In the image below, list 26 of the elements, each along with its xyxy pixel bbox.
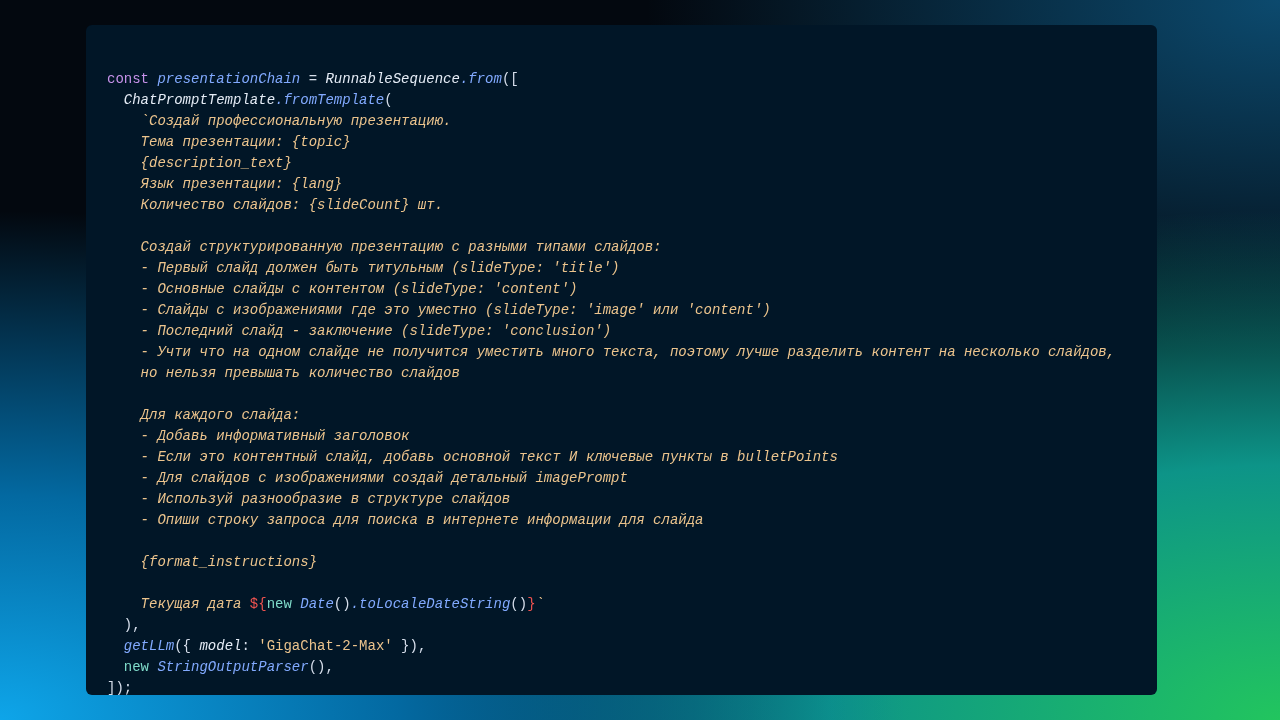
code-line: но нельзя превышать количество слайдов: [139, 364, 460, 383]
code-line: {description_text}: [139, 154, 292, 173]
code-line: Текущая дата ${new Date().toLocaleDateString()}`: [139, 595, 544, 614]
code-line: ]);: [107, 679, 133, 698]
code-line: - Если это контентный слайд, добавь основной текст И ключевые пункты в bulletPoints: [139, 448, 838, 467]
code-line: - Опиши строку запроса для поиска в интернете информации для слайда: [139, 511, 704, 530]
code-line: - Используй разнообразие в структуре слайдов: [139, 490, 511, 509]
code-line: `Создай профессиональную презентацию.: [139, 112, 452, 131]
code-line: const presentationChain = RunnableSequence.from([: [107, 70, 519, 89]
code-line: - Основные слайды с контентом (slideType: 'content'): [139, 280, 578, 299]
code-line: - Первый слайд должен быть титульным (slideType: 'title'): [139, 259, 620, 278]
code-line: getLLm({ model: 'GigaChat-2-Max' }),: [122, 637, 427, 656]
code-line: ChatPromptTemplate.fromTemplate(: [122, 91, 393, 110]
code-line: {format_instructions}: [139, 553, 318, 572]
code-line: Для каждого слайда:: [138, 406, 301, 425]
code-line: Количество слайдов: {slideCount} шт.: [139, 196, 444, 215]
code-line: Тема презентации: {topic}: [139, 133, 351, 152]
code-line: - Последний слайд - заключение (slideType: 'conclusion'): [139, 322, 612, 341]
code-line: new StringOutputParser(),: [122, 658, 334, 677]
code-line: Язык презентации: {lang}: [139, 175, 343, 194]
code-line: Создай структурированную презентацию с разными типами слайдов:: [139, 238, 662, 257]
code-line: - Учти что на одном слайде не получится уместить много текста, поэтому лучше разделить контент на несколько слайдов,: [139, 343, 1116, 362]
code-line: - Добавь информативный заголовок: [139, 427, 410, 446]
code-line: ),: [122, 616, 141, 635]
code-line: - Для слайдов с изображениями создай детальный imagePrompt: [139, 469, 628, 488]
code-line: - Слайды с изображениями где это уместно (slideType: 'image' или 'content'): [139, 301, 771, 320]
